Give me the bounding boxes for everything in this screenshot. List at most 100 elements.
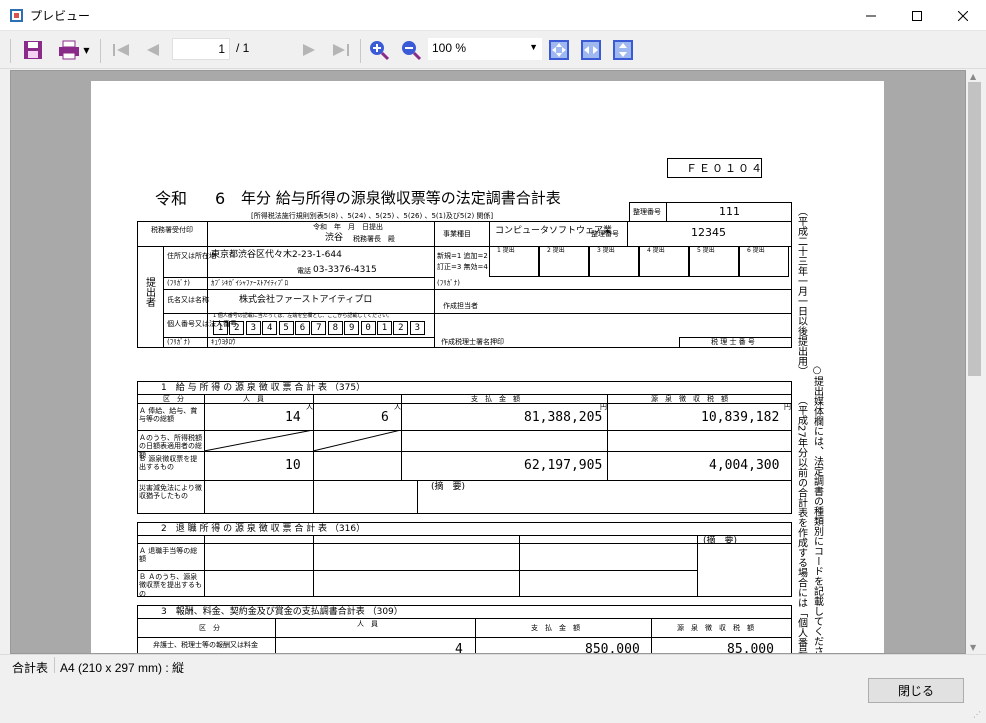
corp-digit-box: 1: [377, 321, 392, 335]
page-total: / 1: [236, 41, 250, 55]
diagonal-line: [204, 430, 401, 451]
kana-name: ｶﾌﾞｼｷｶﾞｲｼｬﾌｧｰｽﾄｱｲﾃｨﾌﾟﾛ: [211, 279, 288, 287]
corp-digit-box: 8: [327, 321, 343, 335]
zoom-select[interactable]: 100 % ▼: [428, 38, 542, 60]
owner-label: 作成担当者: [443, 302, 478, 310]
minimize-icon: [866, 15, 876, 16]
page-number-input[interactable]: 1: [172, 38, 230, 60]
business-label: 事業種目: [443, 230, 471, 238]
side-note-top: （平成二十三年一月一日以後提出用）: [795, 206, 807, 376]
close-window-button[interactable]: [940, 0, 986, 31]
close-button[interactable]: 閉じる: [868, 678, 964, 703]
submit-column-box: [639, 246, 689, 277]
submit-column-box: [739, 246, 789, 277]
app-icon: [10, 9, 23, 22]
toolbar-separator: [100, 39, 101, 63]
preview-area[interactable]: ＦＥ０１０４ 令和 6 年分 給与所得の源泉徴収票等の法定調書合計表 [所得税法…: [10, 70, 966, 654]
sec3-row-a-tax: 85,000: [727, 642, 774, 654]
status-paper-size: A4 (210 x 297 mm) : 縦: [60, 661, 185, 675]
accountant-number-label: 税 理 士 番 号: [711, 338, 755, 346]
organize-number: 111: [719, 205, 740, 218]
zoom-out-icon: [402, 41, 422, 61]
corp-digit-box: 3: [245, 321, 261, 335]
window-title: プレビュー: [30, 9, 91, 23]
date-label: 令和 年 月 日提出: [313, 223, 383, 231]
fix-label: 訂正=3 無効=4: [437, 263, 488, 271]
year: 6: [215, 189, 226, 208]
scroll-up-icon[interactable]: ▲: [970, 72, 976, 81]
scroll-down-icon[interactable]: ▼: [970, 643, 976, 652]
side-note-main: ○提出媒体欄には、法定調書の種類別にコードを記載してください。: [811, 365, 823, 654]
sec3-header-tax: 源 泉 徴 収 税 額: [677, 624, 754, 632]
submit-column-box: [689, 246, 739, 277]
last-page-button[interactable]: [328, 37, 354, 63]
next-page-button[interactable]: [296, 37, 322, 63]
phone-label: 電話: [297, 267, 311, 275]
sec3-header-pay: 支 払 金 額: [531, 624, 580, 632]
sec3-header-class: 区 分: [199, 624, 220, 632]
maximize-button[interactable]: [894, 0, 940, 31]
fit-page-icon: [549, 40, 569, 60]
corp-digit-box: 0: [360, 321, 376, 335]
first-page-icon: [113, 44, 129, 56]
fit-page-button[interactable]: [546, 37, 572, 63]
sec1-row-b-tax: 4,004,300: [709, 458, 780, 473]
chevron-down-icon: ▼: [83, 45, 90, 55]
corp-digit-box: 2: [393, 321, 409, 335]
save-button[interactable]: [20, 37, 46, 63]
rep-kana: ｷｭｳﾖﾀﾛｳ: [211, 338, 236, 346]
unit-yen: 円: [784, 403, 791, 411]
corp-digit-box: 7: [311, 321, 327, 335]
maximize-icon: [912, 10, 922, 21]
sec1-row-a-label: Ａ 俸給、給与、賞与等の総額: [139, 407, 198, 424]
sec1-row-a-persons: 14: [285, 410, 301, 425]
office-number: 12345: [691, 226, 726, 239]
previous-page-button[interactable]: [140, 37, 166, 63]
minimize-button[interactable]: [848, 0, 894, 31]
report-subtitle: [所得税法施行規則別表5(8) 、5(24) 、5(25) 、5(26) 、5(…: [251, 212, 494, 220]
submit-column-box: [489, 246, 539, 277]
title-bar: プレビュー: [0, 0, 986, 31]
corp-digit-box: 2: [229, 321, 245, 335]
corp-digit-box: 1: [213, 321, 228, 335]
sec1-row-a-tax: 10,839,182: [701, 410, 780, 425]
sec1-header-class: 区 分: [163, 395, 184, 403]
last-page-icon: [333, 44, 349, 56]
sec3-row-a-pay: 850,000: [585, 642, 640, 654]
unit-person: 人: [306, 403, 313, 411]
toolbar-separator: [360, 39, 361, 63]
address: 東京都渋谷区代々木2-23-1-644: [211, 250, 342, 260]
tax-office: 渋谷: [325, 233, 344, 243]
status-bar: 合計表 A4 (210 x 297 mm) : 縦: [0, 654, 986, 676]
sec1-row-b-pay: 62,197,905: [524, 458, 603, 473]
fit-width-button[interactable]: [578, 37, 604, 63]
fit-height-button[interactable]: [610, 37, 636, 63]
sec1-row-a-sub: 6: [381, 410, 389, 425]
zoom-value: 100 %: [432, 41, 467, 55]
address-label: 住所又は所在地: [167, 252, 216, 260]
sec1-header-persons: 人 員: [243, 395, 264, 403]
resize-grip-icon[interactable]: ⋰: [973, 710, 983, 720]
corp-digit-box: 9: [344, 321, 360, 335]
office-number-label: 整理番号: [591, 230, 619, 238]
first-page-button[interactable]: [108, 37, 134, 63]
sec1-row-a-pay: 81,388,205: [524, 410, 603, 425]
vertical-scrollbar[interactable]: ▲ ▼: [966, 70, 983, 654]
tax-office-label: 税務署受付印: [151, 226, 193, 234]
sec1-row-b-label: Ｂ 源泉徴収票を提出するもの: [139, 455, 198, 472]
fit-height-icon: [613, 40, 633, 60]
print-button[interactable]: ▼: [56, 37, 92, 63]
zoom-in-button[interactable]: [366, 37, 392, 63]
zoom-out-button[interactable]: [398, 37, 424, 63]
unit-person: 人: [394, 403, 401, 411]
scroll-thumb[interactable]: [968, 82, 981, 376]
corp-digit-box: 5: [278, 321, 294, 335]
sec3-row-a-persons: 4: [455, 642, 463, 654]
close-icon: [958, 10, 968, 21]
printer-icon: [59, 40, 80, 60]
sec3-row-a-label: 弁護士、税理士等の報酬又は料金: [153, 641, 258, 649]
new-label: 新規=1 追加=2: [437, 252, 488, 260]
zoom-in-icon: [370, 41, 390, 61]
sec3-header-persons: 人 員: [357, 620, 378, 628]
section-2-title: 2 退 職 所 得 の 源 泉 徴 収 票 合 計 表 （316）: [161, 524, 366, 534]
